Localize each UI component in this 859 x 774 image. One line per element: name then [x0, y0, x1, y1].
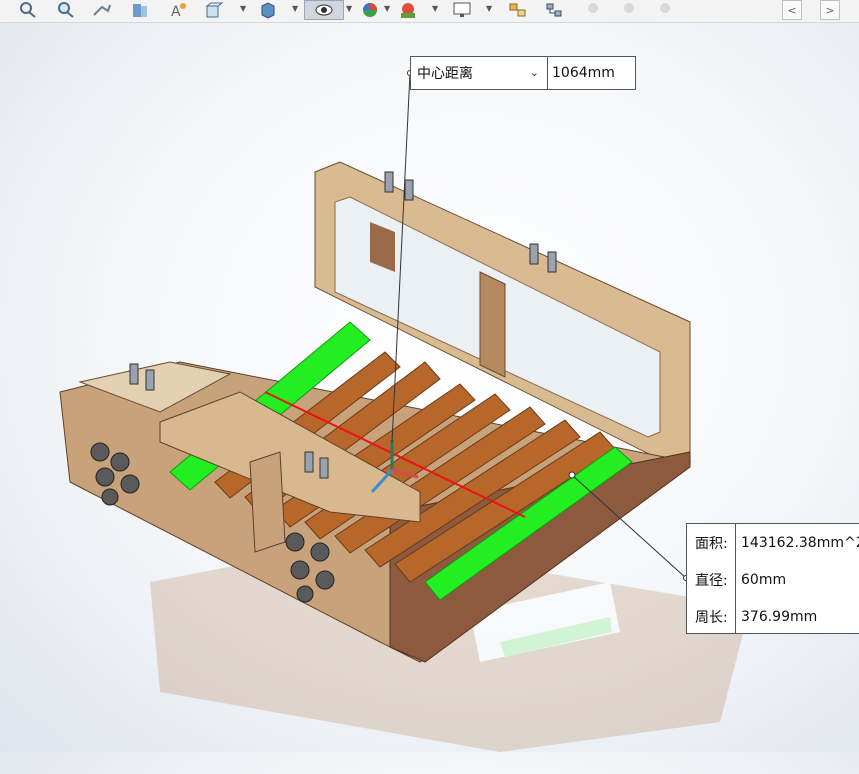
dropdown-arrow-icon[interactable]: ▼: [240, 4, 246, 13]
section-view-icon[interactable]: [128, 0, 152, 20]
chevron-down-icon: ⌄: [529, 66, 539, 79]
model-viewport[interactable]: [0, 22, 859, 774]
scroll-right-button[interactable]: >: [820, 0, 840, 20]
dropdown-arrow-icon[interactable]: ▼: [384, 4, 390, 13]
measure-value: 376.99mm: [741, 608, 818, 625]
measure-row-diameter: 直径: 60mm: [687, 561, 859, 598]
dropdown-arrow-icon[interactable]: ▼: [292, 4, 298, 13]
measure-key: 直径:: [695, 572, 728, 589]
assembly-parts-icon[interactable]: [542, 0, 566, 20]
measure-row-perimeter: 周长: 376.99mm: [687, 598, 859, 635]
measure-row-area: 面积: 143162.38mm^2: [687, 524, 859, 561]
info-icon: [660, 3, 670, 13]
info-icon: [624, 3, 634, 13]
measure-key: 面积:: [695, 535, 728, 552]
distance-type-label: 中心距离: [417, 66, 473, 82]
edit-appearance-icon[interactable]: [358, 0, 382, 20]
center-distance-callout: 中心距离 ⌄ 1064mm: [410, 56, 636, 90]
view-orientation-icon[interactable]: [202, 0, 226, 20]
dropdown-arrow-icon[interactable]: ▼: [432, 4, 438, 13]
previous-view-icon[interactable]: [90, 0, 114, 20]
view-toolbar: A ▼ ▼ ▼ ▼ ▼ ▼ < >: [0, 0, 859, 23]
dropdown-arrow-icon[interactable]: ▼: [346, 4, 352, 13]
distance-value: 1064mm: [552, 65, 615, 81]
hide-show-items-icon[interactable]: [304, 0, 344, 20]
dropdown-arrow-icon[interactable]: ▼: [486, 4, 492, 13]
zoom-to-fit-icon[interactable]: [16, 0, 40, 20]
zoom-area-icon[interactable]: [54, 0, 78, 20]
measure-value: 143162.38mm^2: [741, 534, 859, 551]
stacked-parts-icon[interactable]: [506, 0, 530, 20]
info-icon: [588, 3, 598, 13]
measure-key: 周长:: [695, 609, 728, 626]
measure-value: 60mm: [741, 571, 787, 588]
svg-text:A: A: [171, 4, 181, 19]
display-style-icon[interactable]: [256, 0, 280, 20]
measure-callout: 面积: 143162.38mm^2 直径: 60mm 周长: 376.99mm: [686, 523, 859, 634]
dynamic-annotation-icon[interactable]: A: [166, 0, 190, 20]
apply-scene-icon[interactable]: [396, 0, 420, 20]
view-settings-icon[interactable]: [450, 0, 474, 20]
distance-type-dropdown[interactable]: 中心距离 ⌄: [411, 57, 548, 89]
scroll-left-button[interactable]: <: [782, 0, 802, 20]
